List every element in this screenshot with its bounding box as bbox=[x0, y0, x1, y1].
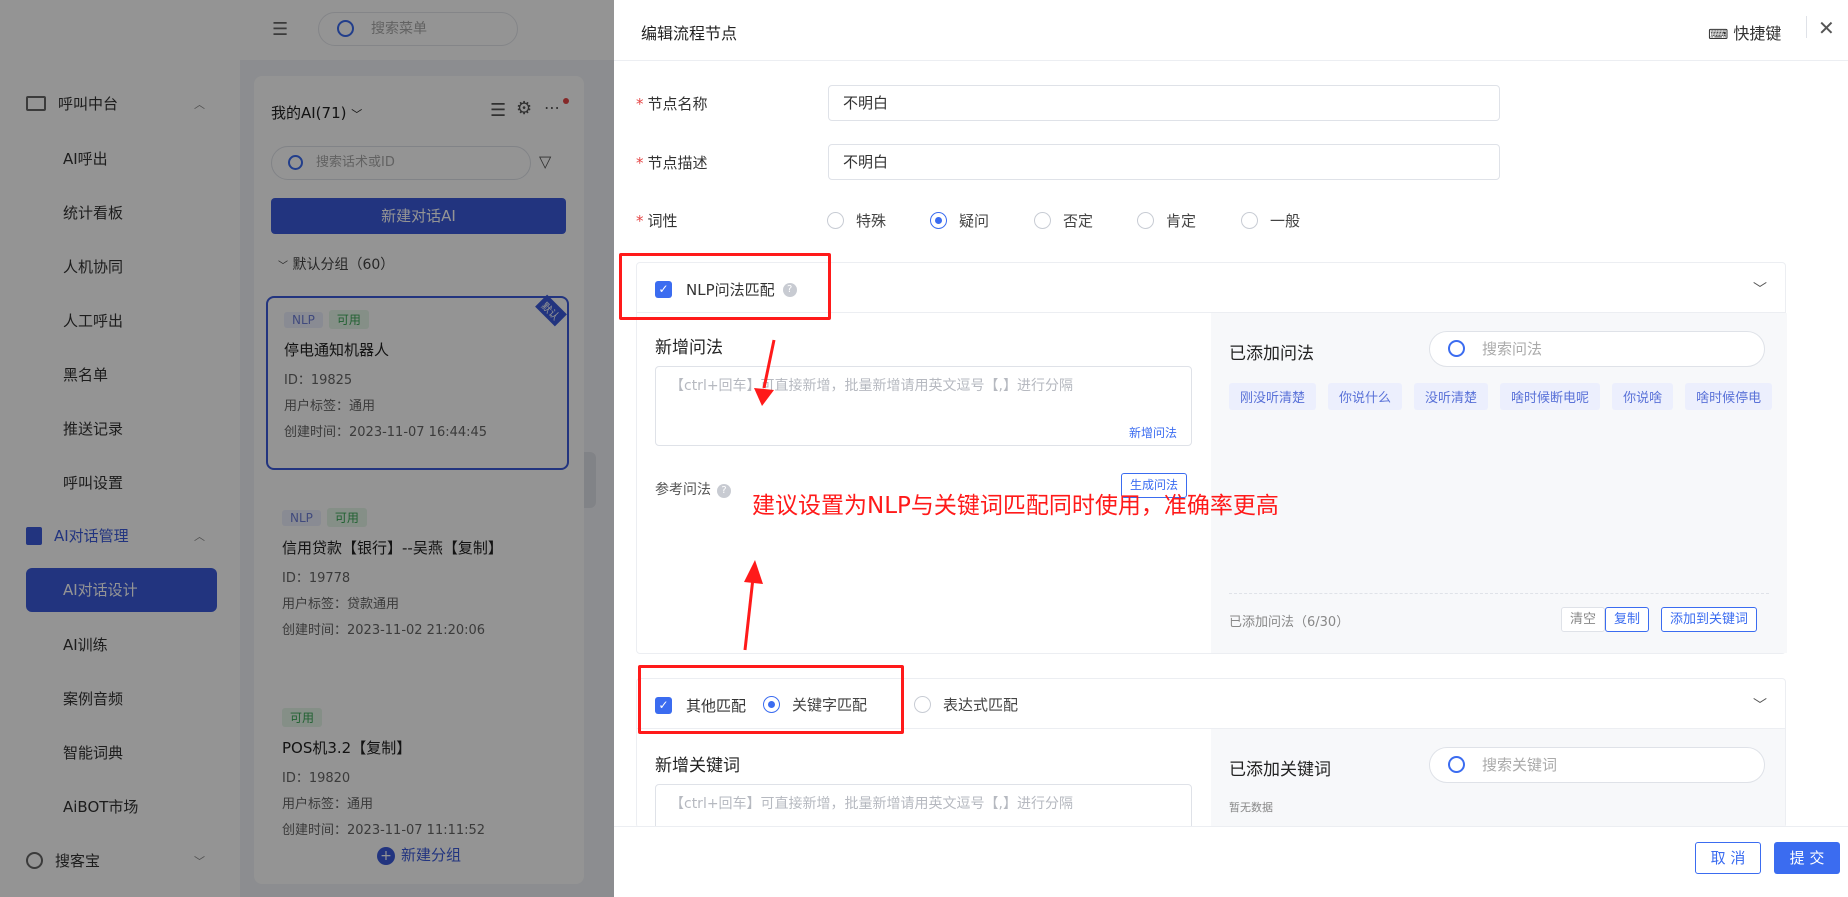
annotation-arrows bbox=[743, 339, 776, 651]
annotation-arrow-down bbox=[762, 339, 776, 389]
annotation-arrowhead-down bbox=[754, 388, 774, 406]
annotation-arrow-up bbox=[743, 577, 755, 651]
edit-node-drawer: 编辑流程节点 ⌨ 快捷键 ✕ * 节点名称 不明白 * 节点描述 不明白 * 词性 特… bbox=[614, 0, 1848, 897]
modal-mask[interactable] bbox=[0, 0, 614, 897]
annotation-arrowhead-up bbox=[744, 560, 763, 584]
